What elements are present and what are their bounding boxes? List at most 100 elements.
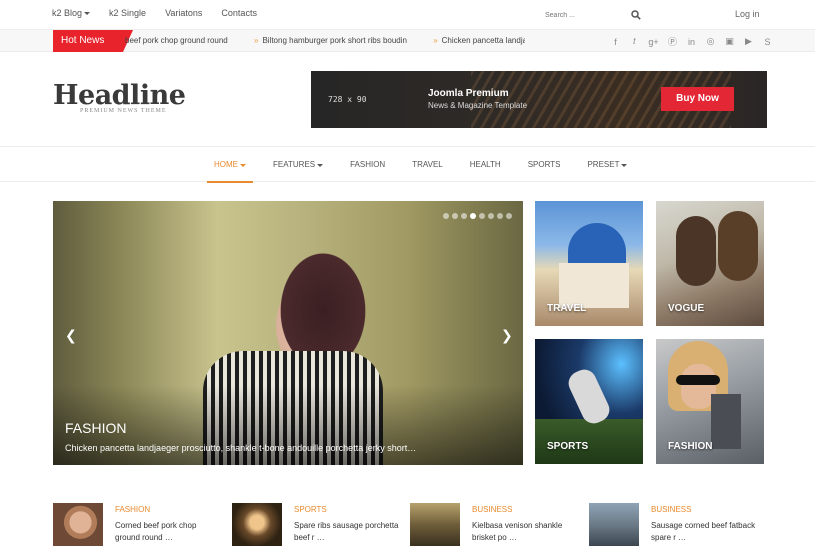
chevron-down-icon <box>84 11 91 15</box>
article-item[interactable]: FASHION Corned beef pork chop ground rou… <box>53 503 223 549</box>
ticker-item-text: Biltong hamburger pork short ribs boudin <box>262 36 407 45</box>
nav-label: PRESET <box>587 160 620 169</box>
chevron-down-icon <box>240 163 246 167</box>
site-logo[interactable]: Headline PREMIUM NEWS THEME <box>53 80 186 114</box>
tile-label: TRAVEL <box>547 303 587 314</box>
article-category[interactable]: FASHION <box>115 505 150 514</box>
chevron-right-icon: » <box>433 36 438 45</box>
top-nav-label: k2 Single <box>109 8 147 18</box>
slider-dot[interactable] <box>461 213 467 219</box>
nav-label: HOME <box>214 160 238 169</box>
top-nav-label: k2 Blog <box>52 8 83 18</box>
youtube-icon[interactable]: ▶ <box>743 36 754 47</box>
chevron-down-icon <box>317 163 324 167</box>
ad-banner[interactable]: 728 x 90 Joomla Premium News & Magazine … <box>311 71 767 128</box>
nav-preset[interactable]: PRESET <box>580 147 634 183</box>
article-title[interactable]: Sausage corned beef fatback spare r … <box>651 520 759 544</box>
slider-dot[interactable] <box>488 213 494 219</box>
banner-size: 728 x 90 <box>328 95 367 104</box>
article-category[interactable]: BUSINESS <box>472 505 512 514</box>
top-nav-variations[interactable]: Variatons <box>165 8 202 18</box>
nav-label: TRAVEL <box>412 160 443 169</box>
top-nav-k2-blog[interactable]: k2 Blog <box>52 8 91 18</box>
search-icon[interactable] <box>631 10 641 20</box>
nav-health[interactable]: HEALTH <box>463 147 508 183</box>
tile-image <box>559 263 629 308</box>
article-item[interactable]: BUSINESS Sausage corned beef fatback spa… <box>589 503 759 549</box>
pinterest-icon[interactable]: Ⓟ <box>667 36 678 47</box>
ticker-item[interactable]: » Chicken pancetta landja <box>433 36 525 45</box>
article-title[interactable]: Kielbasa venison shankle brisket po … <box>472 520 580 544</box>
article-thumbnail[interactable] <box>589 503 639 546</box>
nav-fashion[interactable]: FASHION <box>343 147 392 183</box>
chevron-down-icon <box>621 163 628 167</box>
linkedin-icon[interactable]: in <box>686 36 697 47</box>
twitter-icon[interactable]: 𝑡 <box>629 36 640 47</box>
article-title[interactable]: Spare ribs sausage porchetta beef r … <box>294 520 402 544</box>
logo-name: Headline <box>53 80 186 111</box>
google-plus-icon[interactable]: g+ <box>648 36 659 47</box>
slider-category[interactable]: FASHION <box>65 420 126 436</box>
hot-news-label: Hot News <box>53 30 133 52</box>
buy-now-button[interactable]: Buy Now <box>661 87 734 111</box>
chevron-right-icon: » <box>253 36 259 45</box>
tile-image <box>676 375 720 385</box>
chevron-right-icon[interactable]: ❯ <box>501 327 513 344</box>
article-title[interactable]: Corned beef pork chop ground round … <box>115 520 223 544</box>
article-thumbnail[interactable] <box>410 503 460 546</box>
slider-dot[interactable] <box>506 213 512 219</box>
skype-icon[interactable]: S <box>762 36 773 47</box>
tile-sports[interactable]: SPORTS <box>535 339 643 464</box>
tile-label: SPORTS <box>547 441 589 452</box>
nav-sports[interactable]: SPORTS <box>521 147 568 183</box>
search-input[interactable] <box>545 6 625 24</box>
top-nav-k2-single[interactable]: k2 Single <box>109 8 146 18</box>
slider-dot[interactable] <box>452 213 458 219</box>
nav-label: SPORTS <box>527 160 561 169</box>
flickr-icon[interactable]: ▣ <box>724 36 735 47</box>
tile-label: FASHION <box>668 441 713 452</box>
slider-dot[interactable] <box>497 213 503 219</box>
tile-image <box>718 211 758 281</box>
facebook-icon[interactable]: f <box>610 36 621 47</box>
article-thumbnail[interactable] <box>232 503 282 546</box>
nav-home[interactable]: HOME <box>207 147 253 183</box>
dribbble-icon[interactable]: ◎ <box>705 36 716 47</box>
top-nav-label: Variatons <box>165 8 203 18</box>
nav-label: FASHION <box>350 160 386 169</box>
banner-subtitle: News & Magazine Template <box>428 101 528 110</box>
tile-fashion[interactable]: FASHION <box>656 339 764 464</box>
featured-slider[interactable]: ❮ ❯ FASHION Chicken pancetta landjaeger … <box>53 201 523 465</box>
tile-image <box>711 394 741 449</box>
nav-features[interactable]: FEATURES <box>266 147 330 183</box>
top-nav-contacts[interactable]: Contacts <box>221 8 257 18</box>
article-category[interactable]: BUSINESS <box>651 505 691 514</box>
top-bar: k2 Blog k2 Single Variatons Contacts Log… <box>0 0 815 30</box>
slider-dot[interactable] <box>470 213 476 219</box>
nav-travel[interactable]: TRAVEL <box>405 147 450 183</box>
slider-caption[interactable]: Chicken pancetta landjaeger prosciutto, … <box>65 443 505 453</box>
top-nav-label: Contacts <box>221 8 257 18</box>
top-nav: k2 Blog k2 Single Variatons Contacts <box>52 8 276 18</box>
article-thumbnail[interactable] <box>53 503 103 546</box>
ticker-items: beef pork chop ground round » Biltong ham… <box>125 30 525 52</box>
ticker-item[interactable]: beef pork chop ground round <box>125 36 228 45</box>
ticker-item[interactable]: » Biltong hamburger pork short ribs boudi… <box>254 36 407 45</box>
ticker-item-text: beef pork chop ground round <box>125 36 228 45</box>
tile-travel[interactable]: TRAVEL <box>535 201 643 326</box>
ticker-item-text: Chicken pancetta landja <box>441 36 525 45</box>
slider-dots <box>443 213 512 219</box>
login-link[interactable]: Log in <box>735 9 760 19</box>
social-icons: f 𝑡 g+ Ⓟ in ◎ ▣ ▶ S <box>610 36 773 47</box>
tile-image <box>676 216 716 286</box>
article-item[interactable]: SPORTS Spare ribs sausage porchetta beef… <box>232 503 402 549</box>
article-item[interactable]: BUSINESS Kielbasa venison shankle briske… <box>410 503 580 549</box>
search-box <box>545 5 647 25</box>
slider-dot[interactable] <box>443 213 449 219</box>
nav-label: FEATURES <box>273 160 316 169</box>
tile-label: VOGUE <box>668 303 705 314</box>
article-category[interactable]: SPORTS <box>294 505 327 514</box>
chevron-left-icon[interactable]: ❮ <box>65 327 77 344</box>
tile-vogue[interactable]: VOGUE <box>656 201 764 326</box>
slider-dot[interactable] <box>479 213 485 219</box>
